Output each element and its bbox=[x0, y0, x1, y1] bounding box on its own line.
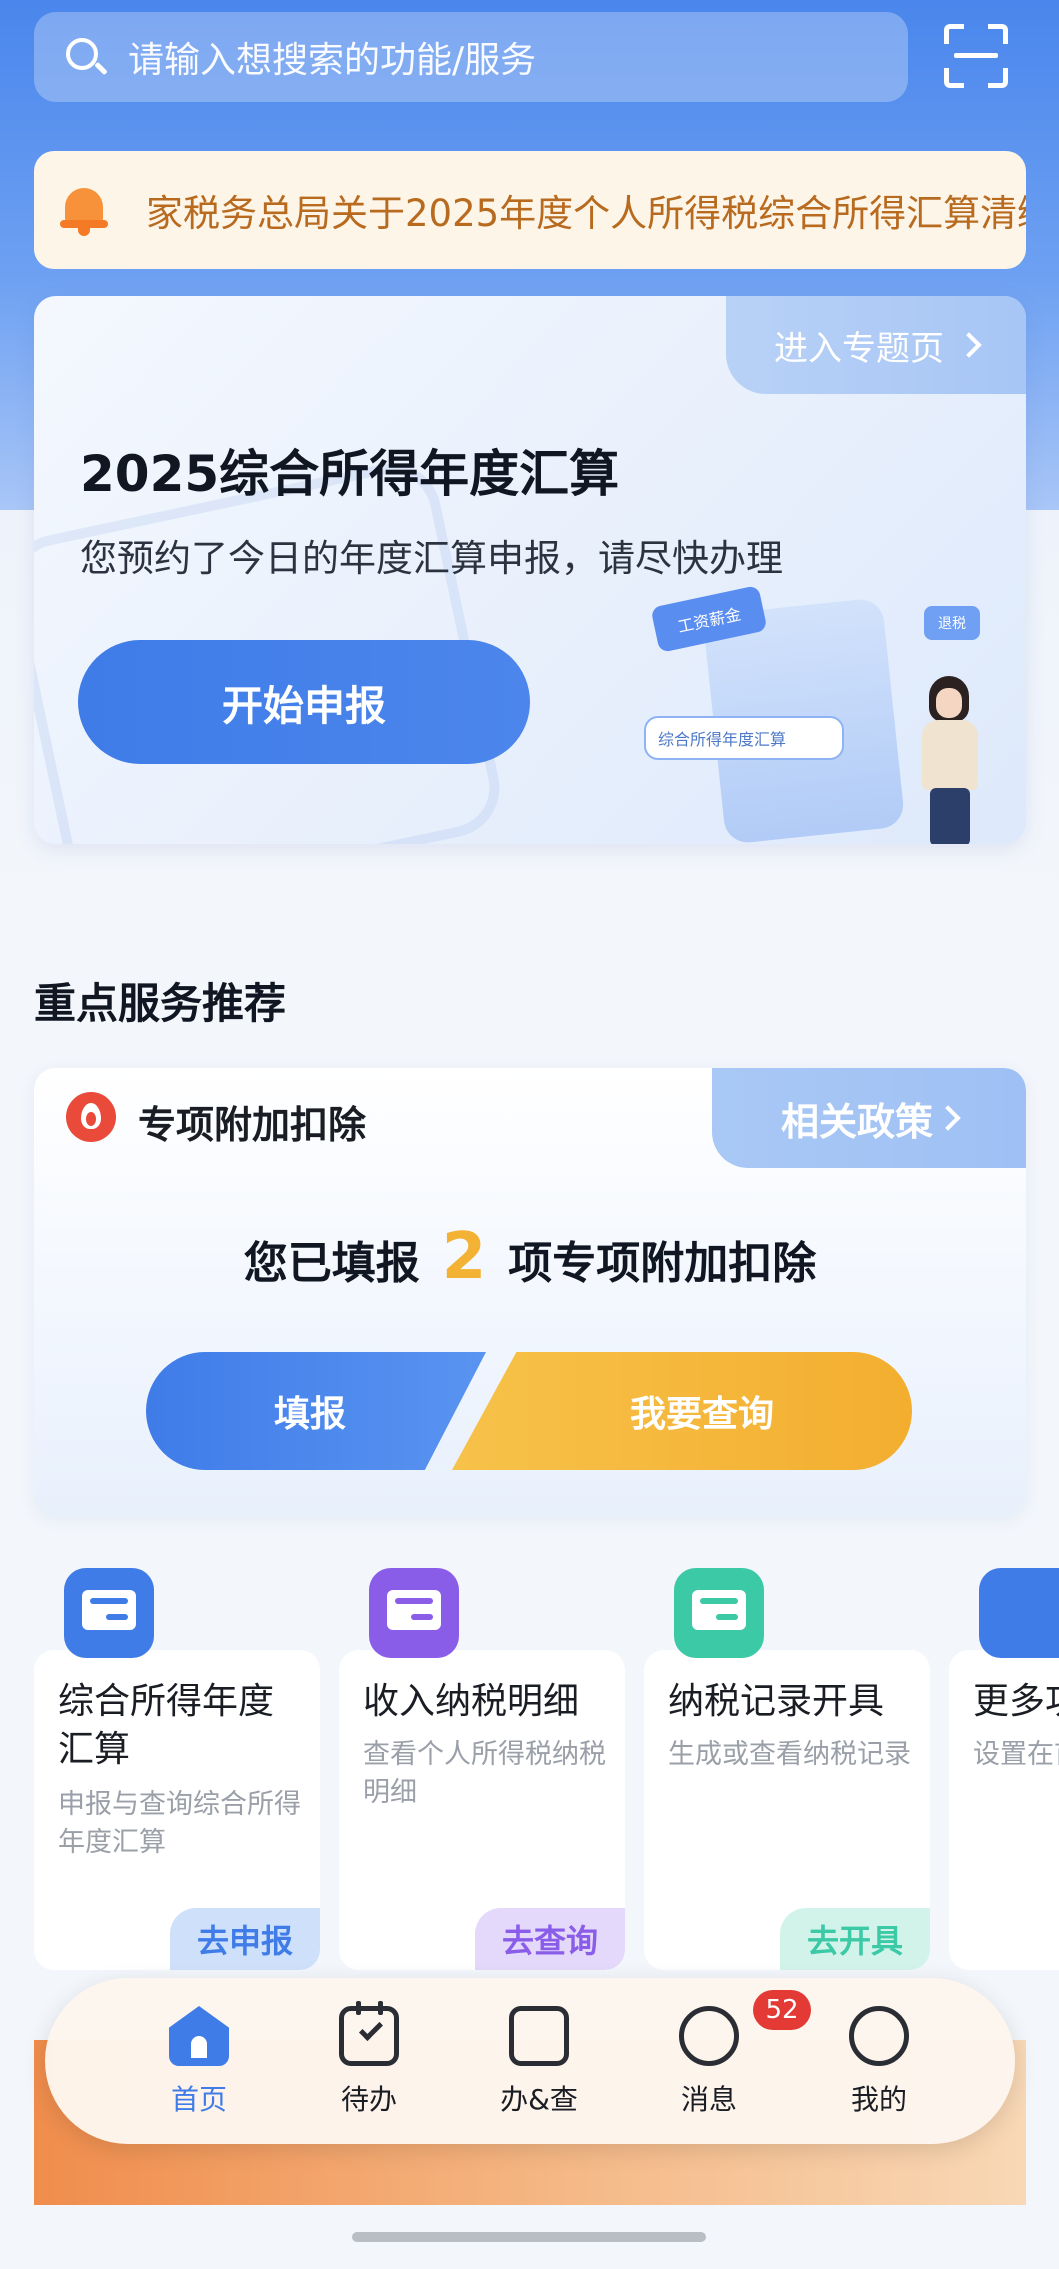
search-placeholder: 请输入想搜索的功能/服务 bbox=[128, 40, 537, 81]
service-card-income[interactable]: 收入纳税明细 查看个人所得税纳税明细 去查询 bbox=[339, 1650, 625, 1970]
scan-icon[interactable] bbox=[944, 24, 1008, 88]
search-icon bbox=[64, 36, 108, 78]
annual-settlement-icon bbox=[64, 1568, 154, 1658]
section-title: 重点服务推荐 bbox=[34, 979, 287, 1028]
tab-me-label: 我的 bbox=[850, 2083, 907, 2116]
service-title: 纳税记录开具 bbox=[668, 1681, 885, 1722]
tab-todo-label: 待办 bbox=[340, 2083, 397, 2116]
hero-title: 2025综合所得年度汇算 bbox=[80, 445, 620, 503]
illus-search-pill: 综合所得年度汇算 bbox=[644, 716, 844, 760]
start-declare-button[interactable]: 开始申报 bbox=[78, 640, 530, 764]
tab-messages[interactable]: 消息 bbox=[649, 2006, 769, 2126]
count-suffix: 项专项附加扣除 bbox=[508, 1238, 817, 1289]
deduction-count: 2 bbox=[441, 1220, 487, 1294]
service-desc: 生成或查看纳税记录 bbox=[668, 1739, 911, 1770]
tab-handle[interactable]: 办&查 bbox=[479, 2006, 599, 2126]
deduction-count-row: 您已填报 2 项专项附加扣除 bbox=[34, 1220, 1026, 1294]
count-prefix: 您已填报 bbox=[243, 1238, 420, 1289]
bottom-tab-bar: 首页 待办 办&查 消息 52 我的 bbox=[45, 1978, 1015, 2144]
special-deduction-card: 专项附加扣除 相关政策 您已填报 2 项专项附加扣除 我要查询 填报 bbox=[34, 1068, 1026, 1516]
service-action-button[interactable]: 去开具 bbox=[780, 1908, 930, 1970]
illus-tag-refund: 退税 bbox=[924, 606, 980, 640]
service-desc: 查看个人所得税纳税明细 bbox=[363, 1739, 606, 1808]
service-title: 收入纳税明细 bbox=[363, 1681, 580, 1722]
more-grid-icon bbox=[979, 1568, 1059, 1658]
notice-banner[interactable]: 家税务总局关于2025年度个人所得税综合所得汇算清缴 bbox=[34, 151, 1026, 269]
tab-home-label: 首页 bbox=[170, 2083, 227, 2116]
annual-settlement-card: 进入专题页 2025综合所得年度汇算 您预约了今日的年度汇算申报，请尽快办理 开… bbox=[34, 296, 1026, 844]
messages-badge: 52 bbox=[753, 1990, 811, 2030]
service-title: 更多功能 bbox=[973, 1681, 1059, 1722]
tab-home[interactable]: 首页 bbox=[139, 2006, 259, 2126]
deduction-title: 专项附加扣除 bbox=[138, 1103, 367, 1147]
tab-handle-label: 办&查 bbox=[500, 2083, 578, 2116]
document-pen-icon bbox=[509, 2006, 569, 2066]
message-bubble-icon bbox=[679, 2006, 739, 2066]
service-action-button[interactable]: 去查询 bbox=[475, 1908, 625, 1970]
fire-icon bbox=[66, 1092, 116, 1142]
notice-text: 家税务总局关于2025年度个人所得税综合所得汇算清缴 bbox=[146, 192, 1026, 235]
smile-icon bbox=[849, 2006, 909, 2066]
tax-record-icon bbox=[674, 1568, 764, 1658]
tab-todo[interactable]: 待办 bbox=[309, 2001, 429, 2126]
service-card-annual[interactable]: 综合所得年度汇算 申报与查询综合所得年度汇算 去申报 bbox=[34, 1650, 320, 1970]
chevron-right-icon bbox=[935, 1105, 961, 1131]
service-card-record[interactable]: 纳税记录开具 生成或查看纳税记录 去开具 bbox=[644, 1650, 930, 1970]
bell-icon bbox=[56, 182, 112, 238]
fill-button[interactable]: 填报 bbox=[146, 1352, 486, 1470]
service-card-more[interactable]: 更多功能 设置在首页常用功能 bbox=[949, 1650, 1059, 1970]
calendar-check-icon bbox=[339, 2001, 399, 2066]
hero-illustration: 工资薪金 综合所得年度汇算 退税 bbox=[634, 585, 1014, 844]
chevron-right-icon bbox=[956, 332, 982, 358]
tab-messages-label: 消息 bbox=[680, 2083, 737, 2116]
topic-page-link[interactable]: 进入专题页 bbox=[726, 296, 1026, 394]
service-action-button[interactable]: 去申报 bbox=[170, 1908, 320, 1970]
tab-me[interactable]: 我的 bbox=[819, 2006, 939, 2126]
query-button[interactable]: 我要查询 bbox=[452, 1352, 912, 1470]
service-title: 综合所得年度汇算 bbox=[58, 1681, 275, 1770]
service-desc: 申报与查询综合所得年度汇算 bbox=[58, 1789, 301, 1858]
topic-page-label: 进入专题页 bbox=[774, 328, 944, 369]
related-policy-label: 相关政策 bbox=[780, 1099, 933, 1144]
home-indicator bbox=[352, 2232, 706, 2242]
related-policy-link[interactable]: 相关政策 bbox=[712, 1068, 1026, 1168]
hero-subtitle: 您预约了今日的年度汇算申报，请尽快办理 bbox=[80, 537, 783, 580]
search-bar[interactable]: 请输入想搜索的功能/服务 bbox=[34, 12, 908, 102]
income-detail-icon bbox=[369, 1568, 459, 1658]
service-desc: 设置在首页常用功能 bbox=[973, 1739, 1059, 1770]
